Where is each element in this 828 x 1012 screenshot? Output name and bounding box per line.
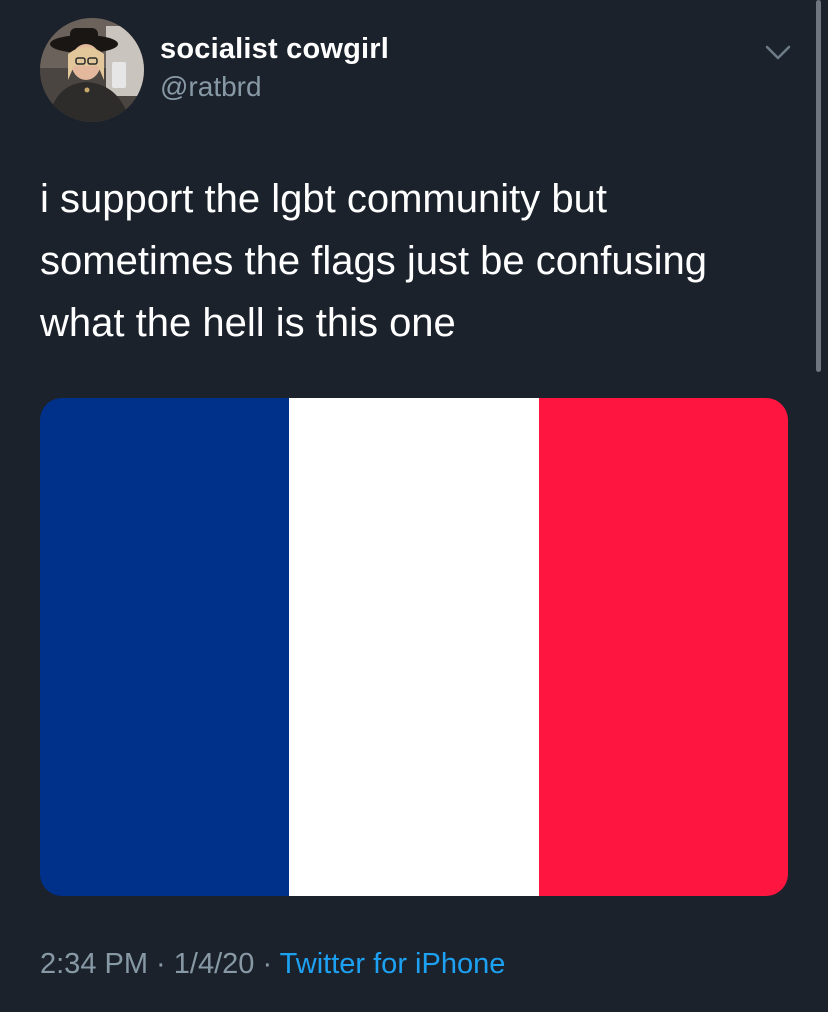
tweet-card: socialist cowgirl @ratbrd i support the …: [0, 0, 828, 1012]
flag-stripe-red: [538, 398, 788, 896]
tweet-text: i support the lgbt community but sometim…: [40, 168, 800, 354]
tweet-media-image[interactable]: [40, 398, 788, 896]
flag-stripe-blue: [40, 398, 290, 896]
user-handle[interactable]: @ratbrd: [160, 71, 262, 103]
chevron-down-icon[interactable]: [760, 38, 796, 66]
avatar[interactable]: [40, 18, 144, 122]
meta-separator: ·: [254, 948, 280, 980]
tweet-time[interactable]: 2:34 PM: [40, 948, 148, 980]
display-name[interactable]: socialist cowgirl: [160, 33, 389, 66]
tweet-date[interactable]: 1/4/20: [174, 948, 255, 980]
meta-separator: ·: [148, 948, 174, 980]
flag-stripe-white: [289, 398, 539, 896]
avatar-image: [40, 18, 144, 122]
tweet-source-link[interactable]: Twitter for iPhone: [280, 948, 506, 980]
tweet-text-line: what the hell is this one: [40, 301, 456, 345]
scrollbar[interactable]: [816, 0, 821, 372]
tweet-metadata: 2:34 PM · 1/4/20 · Twitter for iPhone: [40, 948, 505, 981]
tweet-text-line: i support the lgbt community but: [40, 177, 607, 221]
tweet-text-line: sometimes the flags just be confusing: [40, 239, 708, 283]
